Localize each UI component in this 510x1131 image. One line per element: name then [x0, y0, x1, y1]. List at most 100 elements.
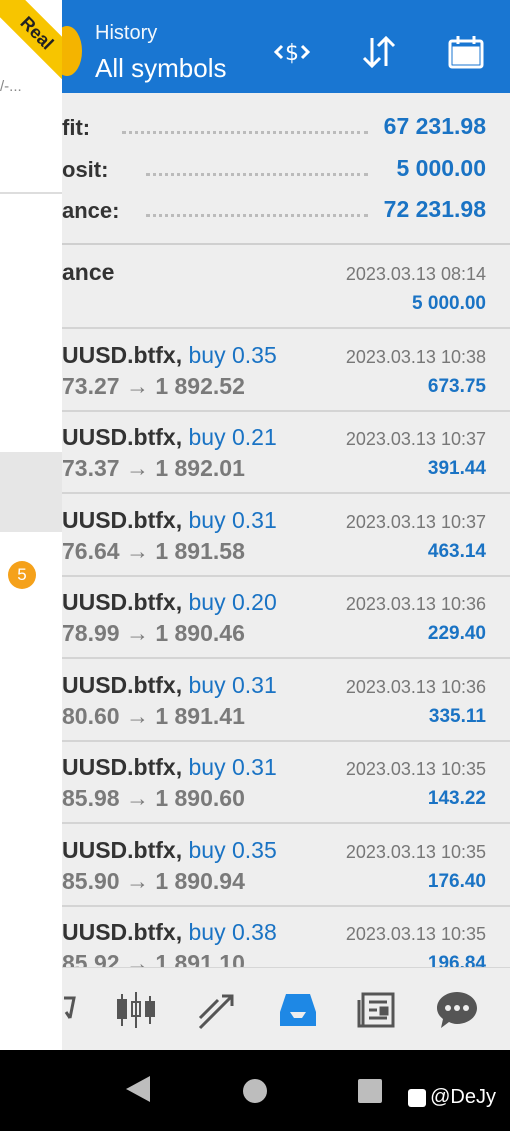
back-icon[interactable]: [124, 1074, 152, 1109]
list-item[interactable]: UUSD.btfx, buy 0.20 78.99 → 1 890.46 202…: [0, 577, 510, 659]
sort-icon[interactable]: [354, 30, 402, 74]
item-prices: 85.90 → 1 890.94: [62, 868, 245, 894]
item-prices: 85.92 → 1 891.10: [62, 950, 245, 967]
list-item[interactable]: UUSD.btfx, buy 0.38 85.92 → 1 891.10 202…: [0, 907, 510, 967]
bottom-navigation: [0, 967, 510, 1050]
drawer-selected-item[interactable]: [0, 452, 62, 532]
summary-value: 5 000.00: [396, 155, 486, 181]
drawer-divider: [0, 192, 62, 194]
item-symbol: UUSD.btfx, buy 0.35: [62, 342, 277, 369]
item-divider: [62, 657, 510, 659]
item-symbol: UUSD.btfx, buy 0.31: [62, 507, 277, 534]
home-icon[interactable]: [242, 1078, 268, 1109]
symbol-text: UUSD.btfx,: [62, 754, 183, 780]
calendar-icon[interactable]: [442, 30, 490, 74]
item-side: buy 0.31: [188, 672, 277, 698]
item-side: buy 0.20: [188, 589, 277, 615]
item-prices: 76.64 → 1 891.58: [62, 538, 245, 564]
watermark: @DeJy: [408, 1086, 496, 1109]
summary-row-deposit: osit: 5 000.00: [0, 149, 510, 189]
item-profit: 463.14: [427, 541, 486, 562]
svg-text:$: $: [285, 41, 299, 66]
summary-panel: fit: 67 231.98 osit: 5 000.00 ance: 72 2…: [0, 93, 510, 245]
item-side: buy 0.31: [188, 507, 277, 533]
list-item[interactable]: UUSD.btfx, buy 0.35 73.27 → 1 892.52 202…: [0, 330, 510, 412]
item-side: buy 0.35: [188, 837, 277, 863]
symbol-text: UUSD.btfx,: [62, 919, 183, 945]
dot-leader: [146, 173, 368, 176]
summary-label: fit:: [62, 115, 91, 140]
history-icon[interactable]: [274, 986, 322, 1034]
drawer-account-text[interactable]: /-...: [0, 78, 22, 95]
summary-value: 72 231.98: [383, 196, 486, 222]
item-side: buy 0.38: [188, 919, 277, 945]
dot-leader: [146, 214, 368, 217]
symbol-text: UUSD.btfx,: [62, 837, 183, 863]
item-time: 2023.03.13 10:37: [345, 512, 486, 532]
list-item[interactable]: UUSD.btfx, buy 0.31 80.60 → 1 891.41 202…: [0, 660, 510, 742]
summary-row-balance: ance: 72 231.98: [0, 190, 510, 230]
item-side: buy 0.35: [188, 342, 277, 368]
item-symbol: UUSD.btfx, buy 0.20: [62, 589, 277, 616]
item-symbol: UUSD.btfx, buy 0.31: [62, 672, 277, 699]
item-time: 2023.03.13 10:35: [345, 924, 486, 944]
item-profit: 229.40: [427, 623, 486, 644]
list-item[interactable]: UUSD.btfx, buy 0.31 76.64 → 1 891.58 202…: [0, 495, 510, 577]
item-amount: 5 000.00: [412, 293, 486, 314]
item-divider: [62, 822, 510, 824]
facebook-icon: [408, 1088, 427, 1107]
item-symbol: UUSD.btfx, buy 0.38: [62, 919, 277, 946]
item-profit: 176.40: [427, 871, 486, 892]
item-profit: 335.11: [428, 706, 486, 727]
item-prices: 73.37 → 1 892.01: [62, 455, 245, 481]
item-profit: 391.44: [427, 458, 486, 479]
item-time: 2023.03.13 10:35: [345, 759, 486, 779]
item-time: 2023.03.13 08:14: [345, 264, 486, 284]
item-profit: 143.22: [427, 788, 486, 809]
item-time: 2023.03.13 10:37: [345, 429, 486, 449]
symbol-text: UUSD.btfx,: [62, 589, 183, 615]
summary-label: osit:: [62, 157, 109, 182]
watermark-text: @DeJy: [430, 1086, 496, 1108]
item-symbol: UUSD.btfx, buy 0.21: [62, 424, 277, 451]
balance-label: ance: [62, 259, 115, 285]
item-time: 2023.03.13 10:38: [345, 347, 486, 367]
symbol-text: UUSD.btfx,: [62, 424, 183, 450]
item-divider: [62, 327, 510, 329]
navigation-drawer: /-... 5 Real: [0, 0, 62, 1050]
list-item-balance[interactable]: ance 2023.03.13 08:14 5 000.00: [0, 247, 510, 329]
list-item[interactable]: UUSD.btfx, buy 0.35 85.90 → 1 890.94 202…: [0, 825, 510, 907]
item-time: 2023.03.13 10:36: [345, 677, 486, 697]
item-symbol: UUSD.btfx, buy 0.35: [62, 837, 277, 864]
item-time: 2023.03.13 10:36: [345, 594, 486, 614]
dot-leader: [122, 131, 368, 134]
header-title: History: [95, 22, 158, 44]
news-icon[interactable]: [353, 986, 401, 1034]
chart-candles-icon[interactable]: [112, 986, 160, 1034]
history-list[interactable]: ance 2023.03.13 08:14 5 000.00 UUSD.btfx…: [0, 247, 510, 967]
item-side: buy 0.31: [188, 754, 277, 780]
item-prices: 85.98 → 1 890.60: [62, 785, 245, 811]
item-profit: 673.75: [427, 376, 486, 397]
item-time: 2023.03.13 10:35: [345, 842, 486, 862]
trade-icon[interactable]: [192, 986, 240, 1034]
item-divider: [62, 492, 510, 494]
item-prices: 80.60 → 1 891.41: [62, 703, 245, 729]
summary-row-profit: fit: 67 231.98: [0, 107, 510, 147]
list-item[interactable]: UUSD.btfx, buy 0.21 73.37 → 1 892.01 202…: [0, 412, 510, 494]
symbol-filter-icon[interactable]: $: [268, 30, 316, 74]
messages-icon[interactable]: [433, 986, 481, 1034]
item-symbol: UUSD.btfx, buy 0.31: [62, 754, 277, 781]
item-prices: 78.99 → 1 890.46: [62, 620, 245, 646]
header-subtitle[interactable]: All symbols: [95, 53, 226, 84]
notification-badge: 5: [8, 561, 36, 589]
list-item[interactable]: UUSD.btfx, buy 0.31 85.98 → 1 890.60 202…: [0, 742, 510, 824]
recents-icon[interactable]: [357, 1078, 383, 1109]
summary-value: 67 231.98: [383, 113, 486, 139]
item-prices: 73.27 → 1 892.52: [62, 373, 245, 399]
item-side: buy 0.21: [188, 424, 277, 450]
ribbon-label: Real: [0, 0, 62, 80]
app-screen: History All symbols $ fit: 67 231.98 osi…: [0, 0, 510, 1050]
symbol-text: UUSD.btfx,: [62, 507, 183, 533]
summary-divider: [62, 243, 510, 245]
